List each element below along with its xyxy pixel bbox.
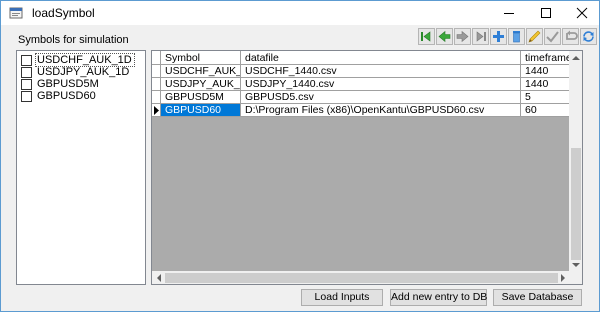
cell-timeframe[interactable]: 5 [521,91,571,104]
scroll-corner [569,271,582,284]
cell-timeframe[interactable]: 1440 [521,65,571,78]
symbols-label: Symbols for simulation [18,34,129,46]
symbol-checkbox[interactable] [21,91,32,102]
title-bar: loadSymbol [1,1,599,25]
current-row-arrow-icon [154,106,159,115]
column-header-timeframe[interactable]: timeframe [521,51,571,65]
first-icon [418,28,435,45]
app-icon [9,6,23,20]
column-header-datafile[interactable]: datafile [241,51,521,65]
cell-datafile[interactable]: USDJPY_1440.csv [241,78,521,91]
prior-record-button[interactable] [436,28,453,45]
first-record-button[interactable] [418,28,435,45]
current-row-indicator[interactable] [152,104,161,117]
symbol-item[interactable]: GBPUSD5M [18,78,144,90]
insert-record-button[interactable] [490,28,507,45]
window-title: loadSymbol [32,6,95,20]
cell-datafile[interactable]: USDCHF_1440.csv [241,65,521,78]
scroll-left-icon[interactable] [156,274,162,282]
symbol-checklist[interactable]: USDCHF_AUK_1D USDJPY_AUK_1D GBPUSD5M GBP… [16,50,146,285]
cell-timeframe[interactable]: 60 [521,104,571,117]
add-icon [490,28,507,45]
symbol-checkbox[interactable] [21,67,32,78]
row-indicator[interactable] [152,65,161,78]
save-database-button[interactable]: Save Database [493,289,582,306]
row-indicator[interactable] [152,78,161,91]
edit-record-button[interactable] [526,28,543,45]
symbol-checkbox[interactable] [21,55,32,66]
cancel-icon [562,28,579,45]
next-record-button[interactable] [454,28,471,45]
load-symbol-window: loadSymbol Symbols for simulation USDCHF… [0,0,600,312]
scroll-right-icon[interactable] [560,274,566,282]
post-icon [544,28,561,45]
next-icon [454,28,471,45]
cell-symbol-selected[interactable]: GBPUSD60 [161,104,241,117]
cell-symbol[interactable]: USDJPY_AUK_1D [161,78,241,91]
row-indicator[interactable] [152,91,161,104]
cell-symbol[interactable]: USDCHF_AUK_1D [161,65,241,78]
prev-icon [436,28,453,45]
cancel-edit-button[interactable] [562,28,579,45]
grid-content: Symbol datafile timeframe USDCHF_AUK_1D … [152,51,571,272]
cell-timeframe[interactable]: 1440 [521,78,571,91]
column-header-symbol[interactable]: Symbol [161,51,241,65]
edit-icon [526,28,543,45]
cell-datafile[interactable]: D:\Program Files (x86)\OpenKantu\GBPUSD6… [241,104,521,117]
refresh-button[interactable] [580,28,597,45]
symbol-label: GBPUSD60 [37,90,96,102]
symbol-item[interactable]: USDJPY_AUK_1D [18,66,144,78]
minimize-button[interactable] [491,1,527,25]
add-entry-button[interactable]: Add new entry to DB [390,289,487,306]
close-button[interactable] [564,1,599,25]
symbol-item[interactable]: GBPUSD60 [18,90,144,102]
scroll-down-icon[interactable] [572,262,580,268]
delete-record-button[interactable] [508,28,525,45]
horizontal-scrollbar[interactable] [152,271,570,284]
scroll-up-icon[interactable] [572,55,580,61]
last-record-button[interactable] [472,28,489,45]
refresh-icon [580,28,597,45]
symbol-checkbox[interactable] [21,79,32,90]
row-indicator-header [152,51,161,65]
symbol-item[interactable]: USDCHF_AUK_1D [18,53,144,67]
load-inputs-button[interactable]: Load Inputs [301,289,383,306]
horizontal-scroll-thumb[interactable] [165,273,558,283]
maximize-button[interactable] [528,1,564,25]
vertical-scroll-thumb[interactable] [571,148,581,260]
symbols-data-grid[interactable]: Symbol datafile timeframe USDCHF_AUK_1D … [151,50,583,285]
vertical-scrollbar[interactable] [569,51,582,272]
delete-icon [508,28,525,45]
cell-symbol[interactable]: GBPUSD5M [161,91,241,104]
post-edit-button[interactable] [544,28,561,45]
last-icon [472,28,489,45]
cell-datafile[interactable]: GBPUSD5.csv [241,91,521,104]
